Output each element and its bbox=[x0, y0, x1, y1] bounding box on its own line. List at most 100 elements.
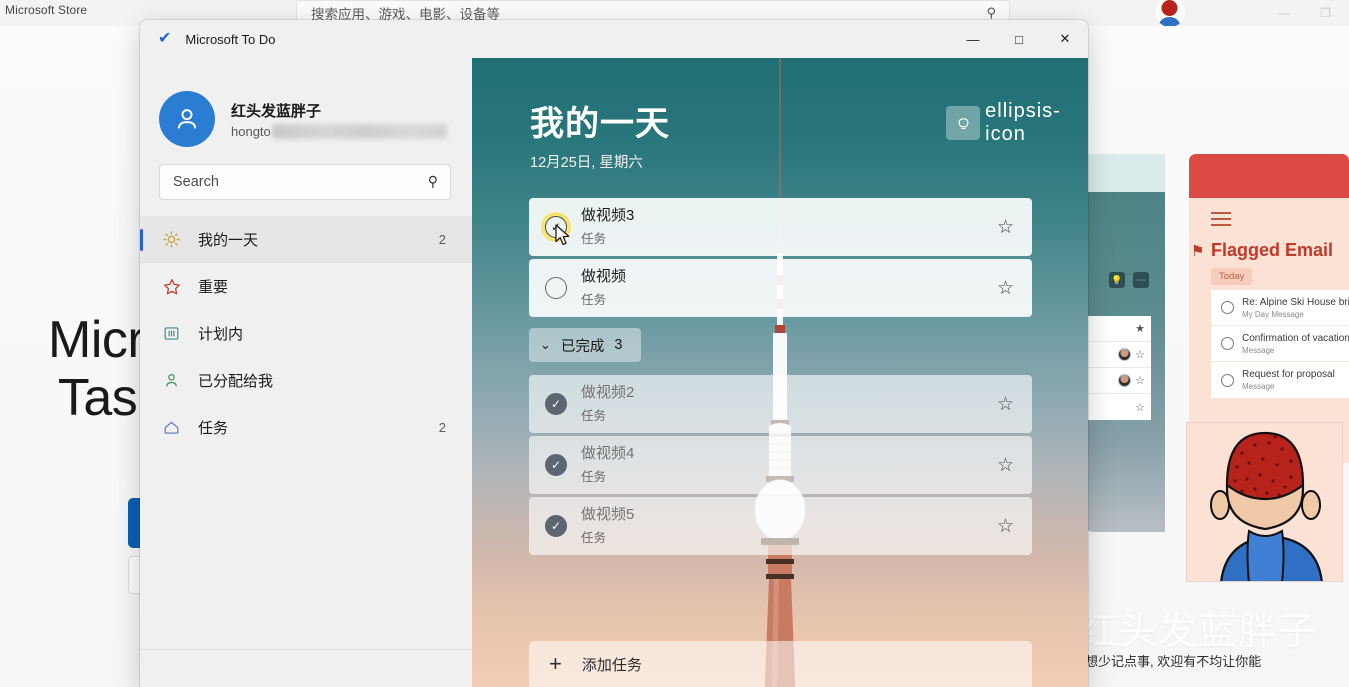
art-task-card: ☆ bbox=[1085, 368, 1151, 394]
chevron-down-icon: ⌄ bbox=[540, 337, 551, 352]
task-row[interactable]: ✓ 做视频4 任务 ☆ bbox=[529, 436, 1032, 494]
task-list: ✓ 做视频3 任务 ☆ 做视频 任务 ☆ ⌄ 已完成 3 ✓ 做视频2 任务 ☆… bbox=[529, 198, 1032, 558]
sidebar-item-important[interactable]: 重要 bbox=[140, 263, 472, 310]
art-star-icon: ☆ bbox=[1135, 401, 1145, 414]
task-checkbox[interactable]: ✓ bbox=[545, 216, 567, 238]
todo-titlebar[interactable]: ✔ Microsoft To Do — □ ✕ bbox=[140, 20, 1088, 58]
person-icon bbox=[162, 371, 192, 390]
search-icon[interactable]: ⚲ bbox=[986, 5, 996, 21]
ellipsis-icon[interactable]: ellipsis-icon bbox=[985, 100, 1060, 145]
add-task-button[interactable]: + 添加任务 bbox=[529, 641, 1032, 687]
task-row[interactable]: ✓ 做视频3 任务 ☆ bbox=[529, 198, 1032, 256]
task-subtitle: 任务 bbox=[581, 531, 607, 545]
todo-main-pane: 我的一天 12月25日, 星期六 ellipsis-icon ✓ 做视频3 任务… bbox=[472, 58, 1088, 687]
task-text: 做视频5 任务 bbox=[581, 506, 634, 546]
hamburger-icon bbox=[1211, 212, 1231, 230]
sidebar-divider bbox=[140, 649, 472, 650]
task-title: 做视频2 bbox=[581, 384, 635, 401]
art-mail-item: Re: Alpine Ski House brief My Day Messag… bbox=[1211, 290, 1349, 326]
calendar-icon bbox=[162, 324, 192, 343]
avatar bbox=[1118, 374, 1132, 387]
checkmark-icon: ✔ bbox=[158, 30, 172, 47]
circle-icon bbox=[1221, 301, 1234, 314]
art-star-icon: ★ bbox=[1135, 323, 1145, 335]
art-mail-item: Request for proposal Message bbox=[1211, 362, 1349, 398]
task-checkbox[interactable]: ✓ bbox=[545, 393, 567, 415]
star-icon[interactable]: ☆ bbox=[997, 216, 1014, 239]
task-row[interactable]: ✓ 做视频2 任务 ☆ bbox=[529, 375, 1032, 433]
task-checkbox[interactable]: ✓ bbox=[545, 515, 567, 537]
task-checkbox[interactable] bbox=[545, 277, 567, 299]
plus-icon: + bbox=[549, 651, 562, 676]
star-icon[interactable]: ☆ bbox=[997, 393, 1014, 416]
sidebar-item-tasks[interactable]: 任务 2 bbox=[140, 404, 472, 451]
todo-window-controls[interactable]: — □ ✕ bbox=[950, 20, 1088, 58]
bulb-icon: 💡 bbox=[1109, 272, 1125, 288]
store-marketing-art: 💡 ⋯ ★ ☆ ☆ ☆ ⚑ Flagged Email Today Re: Al… bbox=[1085, 154, 1349, 584]
art-mail-meta: Message bbox=[1242, 382, 1275, 391]
home-icon bbox=[162, 418, 192, 437]
task-title: 做视频 bbox=[581, 268, 627, 285]
art-flagged-title: Flagged Email bbox=[1211, 240, 1334, 260]
todo-window-title: Microsoft To Do bbox=[185, 31, 276, 47]
sidebar-item-label: 计划内 bbox=[198, 326, 244, 343]
search-icon[interactable]: ⚲ bbox=[428, 173, 438, 190]
completed-section-header[interactable]: ⌄ 已完成 3 bbox=[529, 328, 641, 362]
art-task-card: ☆ bbox=[1085, 342, 1151, 368]
sidebar-nav-list: 我的一天 2 重要 计划内 已分配给我 任务 2 bbox=[140, 216, 472, 650]
art-red-header bbox=[1189, 154, 1349, 200]
art-today-badge: Today bbox=[1211, 268, 1253, 285]
sidebar-item-assigned-to-me[interactable]: 已分配给我 bbox=[140, 357, 472, 404]
maximize-button[interactable]: □ bbox=[996, 20, 1042, 58]
completed-count: 3 bbox=[614, 337, 623, 353]
store-window-controls[interactable]: — ❐ bbox=[1278, 0, 1345, 26]
star-icon[interactable]: ☆ bbox=[997, 515, 1014, 538]
task-title: 做视频3 bbox=[581, 207, 635, 224]
main-header: 我的一天 12月25日, 星期六 bbox=[530, 96, 670, 172]
lightbulb-icon[interactable] bbox=[946, 106, 980, 140]
store-minimize-button[interactable]: — bbox=[1278, 6, 1290, 20]
sidebar-item-count: 2 bbox=[438, 420, 446, 435]
art-star-icon: ☆ bbox=[1135, 349, 1145, 361]
task-text: 做视频3 任务 bbox=[581, 207, 634, 247]
task-checkbox[interactable]: ✓ bbox=[545, 454, 567, 476]
sidebar-item-label: 任务 bbox=[198, 420, 229, 437]
task-row[interactable]: ✓ 做视频5 任务 ☆ bbox=[529, 497, 1032, 555]
art-light-teal-block bbox=[1085, 154, 1165, 194]
page-title: 我的一天 bbox=[530, 105, 670, 143]
art-task-card: ☆ bbox=[1085, 394, 1151, 420]
art-mail-subject: Re: Alpine Ski House brief bbox=[1242, 296, 1349, 308]
microsoft-todo-window: ✔ Microsoft To Do — □ ✕ 红头发蓝胖子 hongto Se… bbox=[140, 20, 1088, 687]
sidebar-item-label: 重要 bbox=[198, 279, 229, 296]
store-maximize-button[interactable]: ❐ bbox=[1320, 6, 1331, 20]
user-profile[interactable]: 红头发蓝胖子 hongto bbox=[159, 91, 447, 147]
close-button[interactable]: ✕ bbox=[1042, 20, 1088, 58]
avatar[interactable] bbox=[159, 91, 215, 147]
art-mail-meta: My Day Message bbox=[1242, 309, 1304, 319]
star-icon[interactable]: ☆ bbox=[997, 454, 1014, 477]
add-task-label: 添加任务 bbox=[581, 656, 642, 674]
sidebar-item-count: 2 bbox=[438, 232, 446, 247]
task-subtitle: 任务 bbox=[581, 232, 607, 246]
task-subtitle: 任务 bbox=[581, 293, 607, 307]
star-icon[interactable]: ☆ bbox=[997, 277, 1014, 300]
profile-email-row: hongto bbox=[231, 123, 447, 139]
minimize-button[interactable]: — bbox=[950, 20, 996, 58]
sidebar-item-label: 我的一天 bbox=[198, 232, 259, 249]
store-account-avatar[interactable] bbox=[1154, 0, 1186, 28]
sidebar-item-label: 已分配给我 bbox=[198, 373, 274, 390]
sidebar-item-planned[interactable]: 计划内 bbox=[140, 310, 472, 357]
sidebar-item-my-day[interactable]: 我的一天 2 bbox=[140, 216, 472, 263]
art-mail-subject: Confirmation of vacation days bbox=[1242, 332, 1349, 344]
task-title: 做视频5 bbox=[581, 506, 635, 523]
page-date: 12月25日, 星期六 bbox=[530, 155, 643, 171]
task-text: 做视频 任务 bbox=[581, 268, 626, 308]
task-subtitle: 任务 bbox=[581, 409, 607, 423]
search-input[interactable]: Search ⚲ bbox=[159, 164, 451, 200]
store-body-text: 想少记点事, 欢迎有不均让你能 bbox=[1085, 654, 1262, 669]
task-text: 做视频4 任务 bbox=[581, 445, 634, 485]
task-row[interactable]: 做视频 任务 ☆ bbox=[529, 259, 1032, 317]
art-mail-item: Confirmation of vacation days Message bbox=[1211, 326, 1349, 362]
redacted-email-blur bbox=[271, 123, 447, 139]
sun-icon bbox=[162, 230, 192, 249]
